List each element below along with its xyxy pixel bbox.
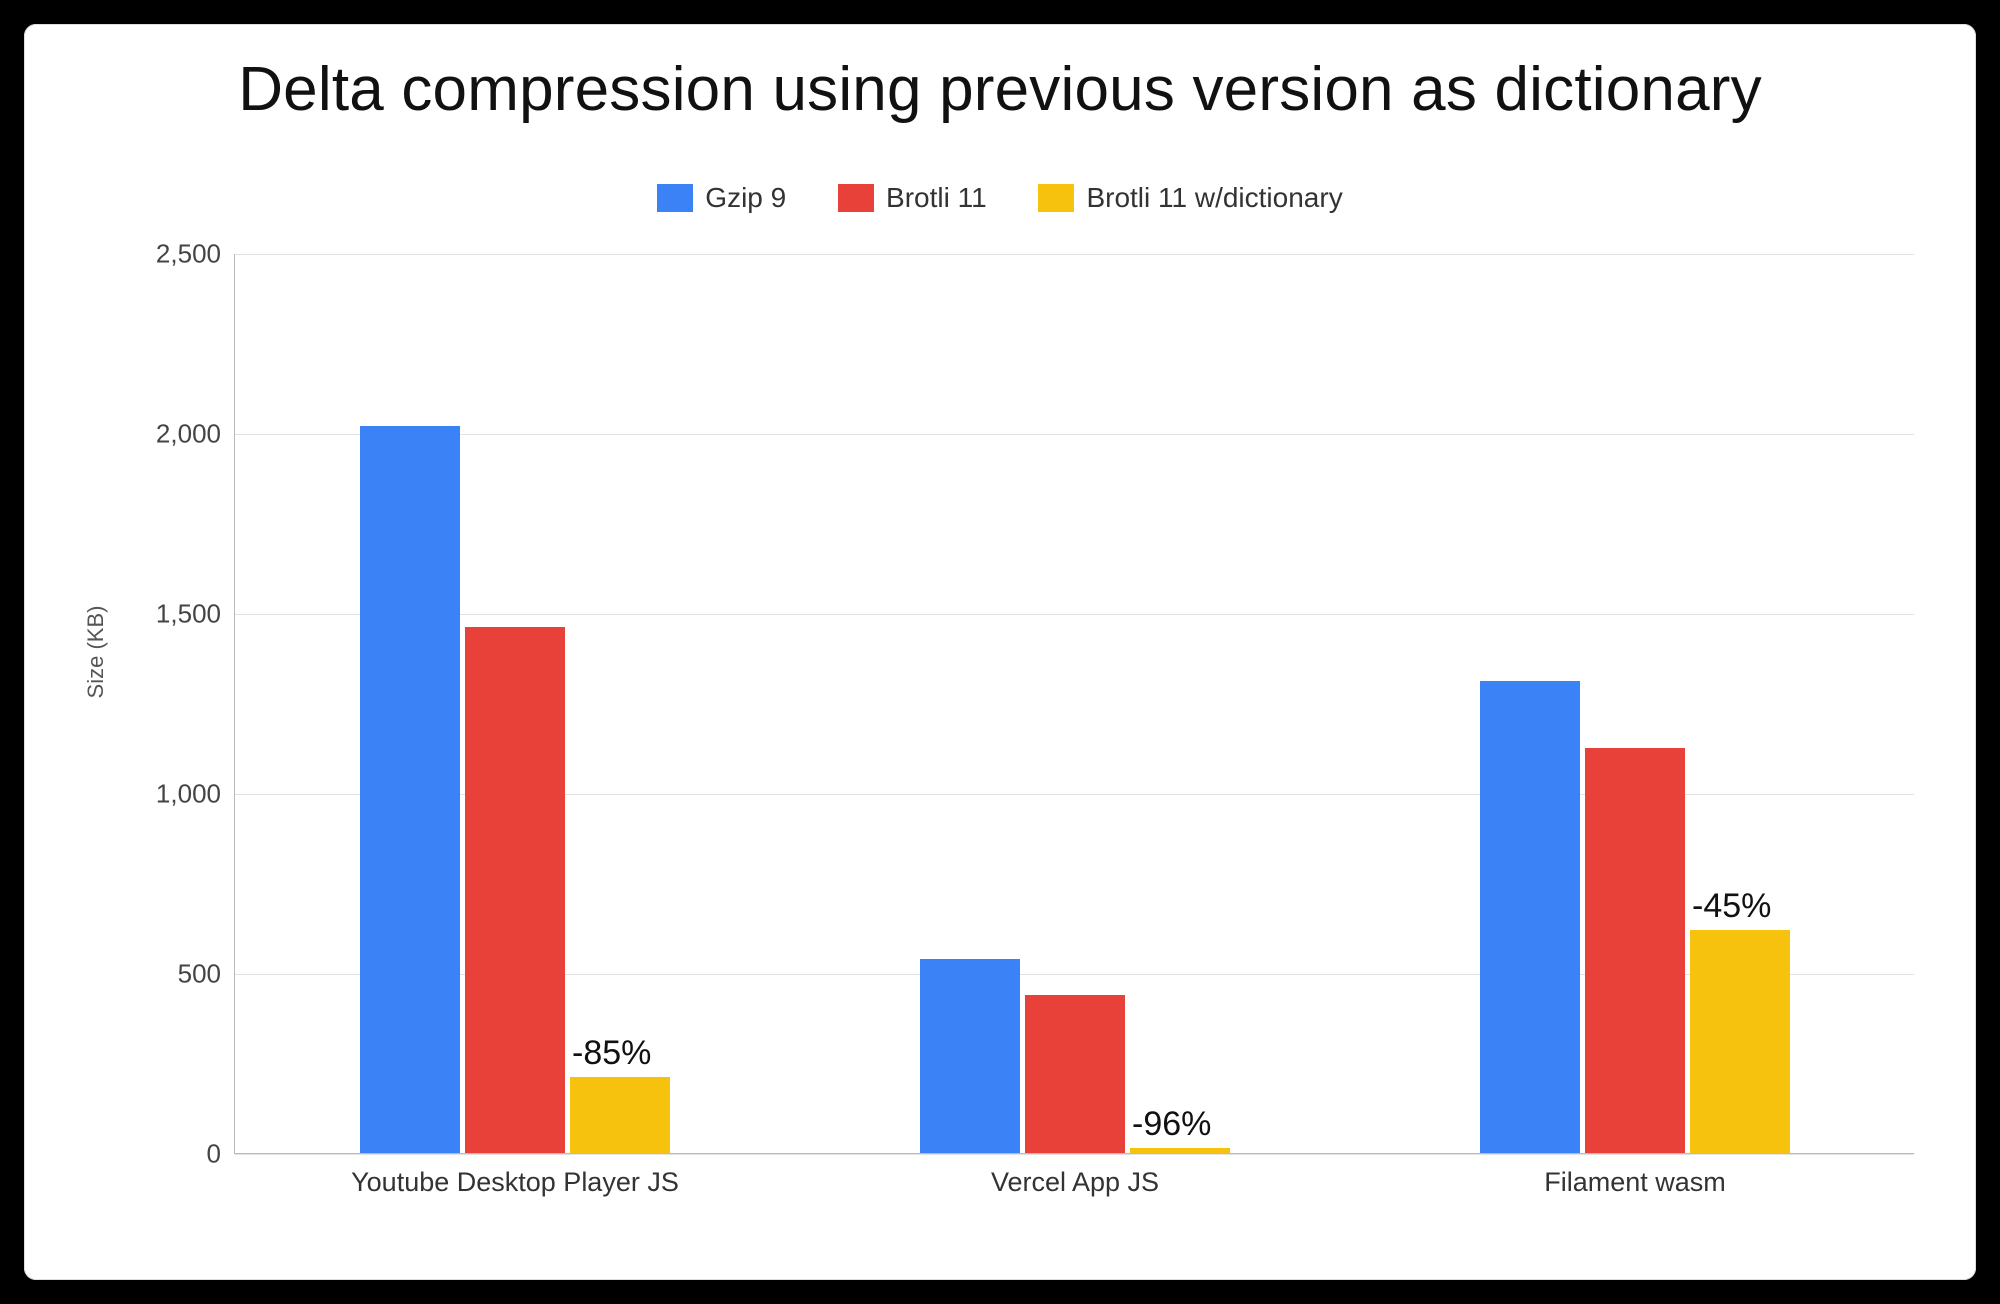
x-tick: Youtube Desktop Player JS (351, 1167, 679, 1198)
legend-swatch-brotli-dict (1038, 184, 1074, 212)
chart-card: Delta compression using previous version… (24, 24, 1976, 1280)
legend-item-brotli-dict: Brotli 11 w/dictionary (1038, 182, 1342, 214)
chart-title: Delta compression using previous version… (24, 54, 1976, 125)
y-tick: 1,500 (156, 599, 221, 630)
plot-area: 0 500 1,000 1,500 2,000 2,500 Youtube De… (234, 254, 1914, 1154)
bar-brotli-dict (1690, 930, 1790, 1153)
y-tick: 2,500 (156, 239, 221, 270)
bar-brotli-dict (570, 1077, 670, 1153)
y-tick: 2,000 (156, 419, 221, 450)
bar-gzip (360, 426, 460, 1153)
gridline (235, 1154, 1914, 1155)
legend-item-gzip: Gzip 9 (657, 182, 786, 214)
legend-swatch-brotli (838, 184, 874, 212)
bar-brotli (1585, 748, 1685, 1153)
y-tick: 1,000 (156, 779, 221, 810)
legend-label: Gzip 9 (705, 182, 786, 214)
bar-brotli-dict (1130, 1148, 1230, 1153)
bar-gzip (920, 959, 1020, 1153)
chart-legend: Gzip 9 Brotli 11 Brotli 11 w/dictionary (24, 182, 1976, 219)
legend-label: Brotli 11 (886, 182, 987, 214)
bar-brotli (465, 627, 565, 1153)
bar-annotation: -85% (572, 1034, 651, 1073)
bar-brotli (1025, 995, 1125, 1153)
bar-gzip (1480, 681, 1580, 1153)
y-tick: 0 (207, 1139, 221, 1170)
x-tick: Vercel App JS (991, 1167, 1159, 1198)
y-tick: 500 (178, 959, 221, 990)
gridline (235, 254, 1914, 255)
legend-label: Brotli 11 w/dictionary (1086, 182, 1342, 214)
legend-swatch-gzip (657, 184, 693, 212)
legend-item-brotli: Brotli 11 (838, 182, 987, 214)
y-axis-label: Size (KB) (83, 606, 109, 699)
x-tick: Filament wasm (1544, 1167, 1726, 1198)
bar-annotation: -45% (1692, 887, 1771, 926)
bar-annotation: -96% (1132, 1105, 1211, 1144)
